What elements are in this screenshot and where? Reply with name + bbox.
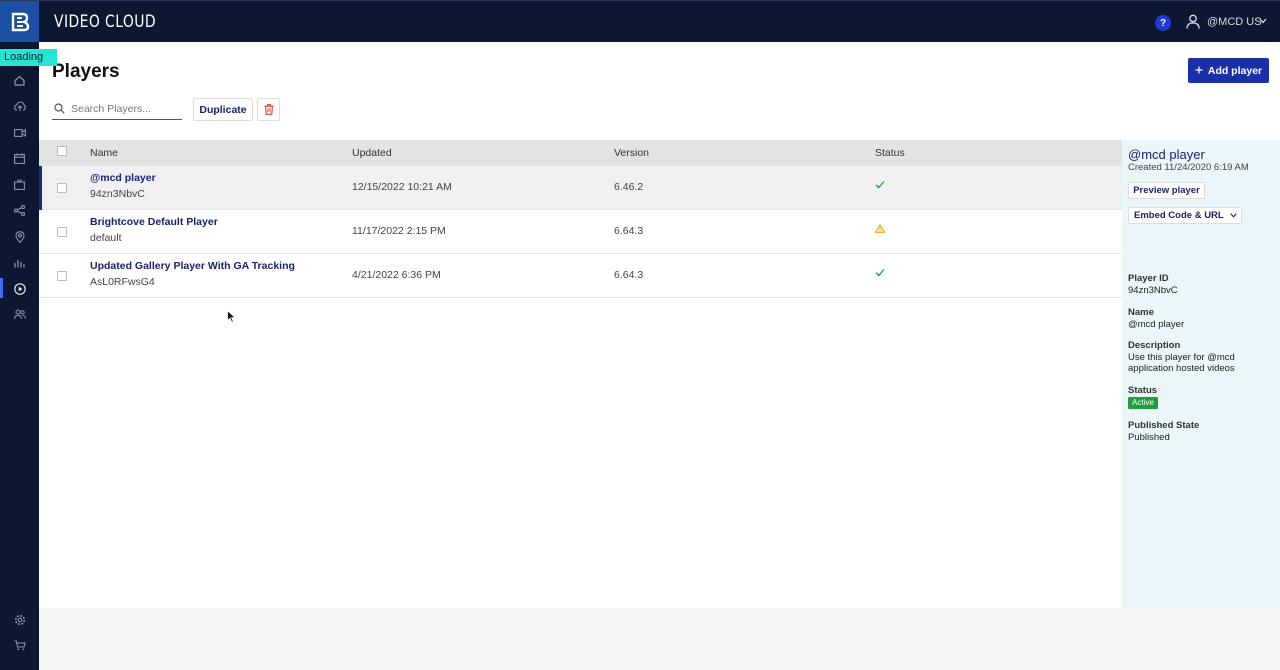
- account-menu[interactable]: @MCD US: [1207, 16, 1262, 28]
- name-value: @mcd player: [1128, 319, 1185, 330]
- player-name-link[interactable]: @mcd player: [90, 172, 156, 184]
- add-player-button[interactable]: Add player: [1188, 58, 1269, 83]
- name-label: Name: [1128, 307, 1154, 318]
- user-icon[interactable]: [1186, 14, 1200, 29]
- column-header-updated[interactable]: Updated: [352, 147, 392, 159]
- status-label: Status: [1128, 385, 1158, 396]
- check-icon: [875, 269, 885, 277]
- updated-date: 4/21/2022 6:36 PM: [352, 269, 441, 281]
- help-button[interactable]: ?: [1155, 15, 1171, 31]
- active-nav-indicator: [0, 278, 3, 298]
- player-id: AsL0RFwsG4: [90, 276, 155, 288]
- live-icon[interactable]: [13, 178, 26, 191]
- warning-icon: [875, 224, 885, 233]
- table-header: Name Updated Version Status: [39, 140, 1122, 166]
- row-checkbox[interactable]: [57, 271, 67, 281]
- brightcove-logo[interactable]: [0, 1, 39, 43]
- cart-icon[interactable]: [13, 639, 26, 652]
- search-icon: [54, 103, 65, 114]
- table-row[interactable]: Brightcove Default Player default 11/17/…: [39, 210, 1122, 254]
- chevron-down-icon: [1230, 213, 1237, 218]
- player-id-value: 94zn3NbvC: [1128, 285, 1178, 296]
- social-icon[interactable]: [13, 204, 26, 217]
- main-content: Players Add player Duplicate Name Update…: [39, 42, 1280, 608]
- selected-row-indicator: [39, 166, 42, 210]
- mouse-cursor-icon: [227, 310, 236, 323]
- column-header-name[interactable]: Name: [90, 147, 118, 159]
- updated-date: 11/17/2022 2:15 PM: [352, 225, 446, 237]
- audience-icon[interactable]: [13, 230, 26, 243]
- check-icon: [875, 181, 885, 189]
- media-icon[interactable]: [13, 126, 26, 139]
- player-name-link[interactable]: Updated Gallery Player With GA Tracking: [90, 260, 295, 272]
- logo-icon: [11, 12, 29, 32]
- embed-code-dropdown[interactable]: Embed Code & URL: [1128, 207, 1242, 224]
- updated-date: 12/15/2022 10:21 AM: [352, 181, 452, 193]
- home-icon[interactable]: [13, 74, 26, 87]
- duplicate-button[interactable]: Duplicate: [193, 98, 253, 121]
- search-field[interactable]: [52, 98, 182, 120]
- player-version: 6.46.2: [614, 181, 644, 193]
- player-id: 94zn3NbvC: [90, 188, 145, 200]
- player-id-label: Player ID: [1128, 273, 1169, 284]
- search-input[interactable]: [71, 102, 181, 115]
- player-version: 6.64.3: [614, 269, 644, 281]
- player-version: 6.64.3: [614, 225, 644, 237]
- column-header-version[interactable]: Version: [614, 147, 649, 159]
- loading-indicator: Loading ...: [0, 49, 57, 76]
- select-all-checkbox[interactable]: [57, 146, 67, 156]
- product-name: VIDEO CLOUD: [54, 12, 157, 32]
- chevron-down-icon[interactable]: [1259, 18, 1267, 24]
- embed-code-label: Embed Code & URL: [1134, 210, 1224, 221]
- delete-button[interactable]: [257, 98, 280, 121]
- published-state-label: Published State: [1128, 420, 1200, 431]
- player-detail-panel: @mcd player Created 11/24/2020 6:19 AM P…: [1122, 140, 1280, 608]
- column-header-status[interactable]: Status: [875, 147, 905, 159]
- left-nav: [0, 42, 39, 670]
- preview-player-button[interactable]: Preview player: [1128, 182, 1205, 199]
- top-bar: VIDEO CLOUD ? @MCD US: [0, 0, 1280, 43]
- player-id: default: [90, 232, 122, 244]
- description-label: Description: [1128, 340, 1181, 351]
- page-footer-area: [39, 608, 1280, 670]
- published-state-value: Published: [1128, 432, 1170, 443]
- upload-icon[interactable]: [13, 100, 26, 113]
- table-row[interactable]: Updated Gallery Player With GA Tracking …: [39, 254, 1122, 298]
- description-value: Use this player for @mcd application hos…: [1128, 352, 1235, 374]
- add-player-label: Add player: [1207, 64, 1263, 77]
- status-badge: Active: [1128, 397, 1158, 409]
- plus-icon: [1195, 65, 1203, 77]
- row-checkbox[interactable]: [57, 227, 67, 237]
- player-name-link[interactable]: Brightcove Default Player: [90, 216, 218, 228]
- players-icon[interactable]: [13, 282, 26, 295]
- table-row[interactable]: @mcd player 94zn3NbvC 12/15/2022 10:21 A…: [39, 166, 1122, 210]
- page-title: Players: [52, 61, 120, 82]
- trash-icon: [264, 104, 273, 115]
- settings-icon[interactable]: [13, 613, 26, 626]
- panel-title: @mcd player: [1128, 147, 1205, 162]
- analytics-icon[interactable]: [13, 256, 26, 269]
- created-date: Created 11/24/2020 6:19 AM: [1128, 162, 1249, 173]
- row-checkbox[interactable]: [57, 183, 67, 193]
- users-icon[interactable]: [13, 308, 26, 321]
- schedule-icon[interactable]: [13, 152, 26, 165]
